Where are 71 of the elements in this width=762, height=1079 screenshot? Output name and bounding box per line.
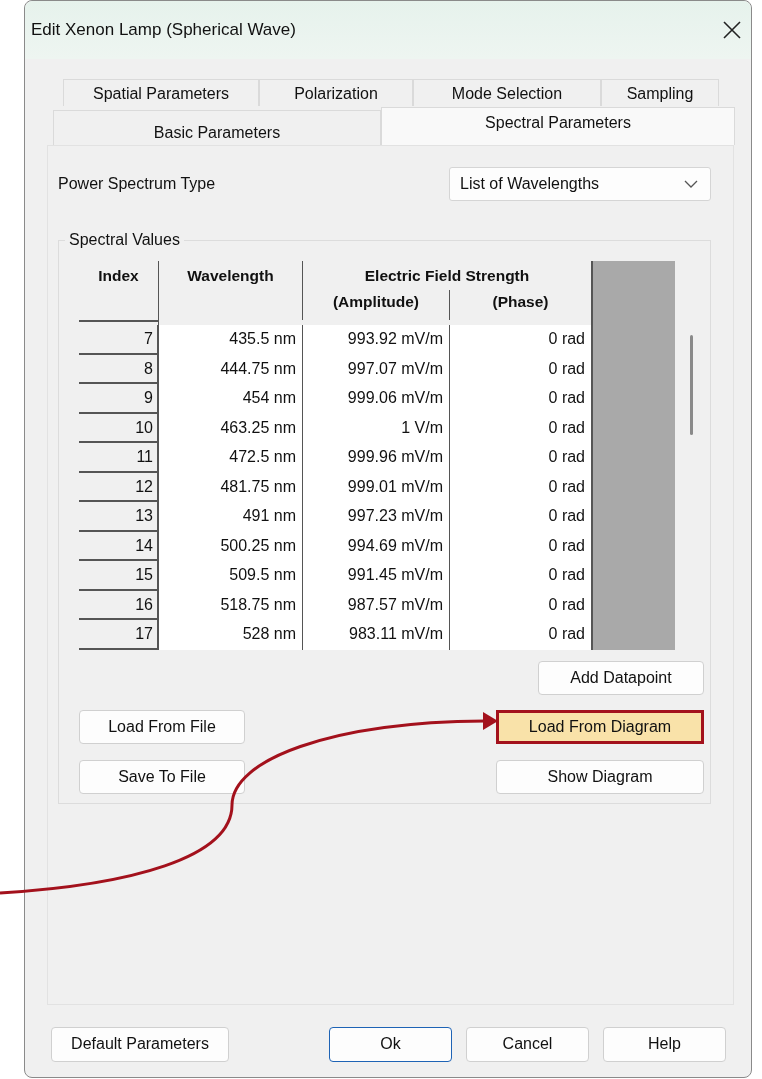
- row-header: 17: [79, 620, 159, 650]
- close-icon[interactable]: [723, 21, 741, 39]
- tab[interactable]: Mode Selection: [413, 79, 601, 106]
- row-header: 12: [79, 472, 159, 502]
- table-cell: 454 nm: [159, 384, 303, 414]
- table-cell: 500.25 nm: [159, 531, 303, 561]
- table-cell: 0 rad: [450, 384, 591, 414]
- table-cell: 518.75 nm: [159, 590, 303, 620]
- table-cell: 987.57 mV/m: [303, 590, 450, 620]
- table-cell: 528 nm: [159, 620, 303, 650]
- tab[interactable]: Basic Parameters: [53, 110, 381, 145]
- scrollbar-thumb[interactable]: [689, 335, 693, 435]
- table-cell: 0 rad: [450, 620, 591, 650]
- tab[interactable]: Polarization: [259, 79, 413, 106]
- column-header: Electric Field Strength: [363, 266, 531, 286]
- row-header: 10: [79, 413, 159, 443]
- dialog-button[interactable]: Ok: [329, 1026, 452, 1062]
- table-cell: 999.01 mV/m: [303, 472, 450, 502]
- row-header: 13: [79, 502, 159, 532]
- table-cell: 999.06 mV/m: [303, 384, 450, 414]
- table-cell: 997.23 mV/m: [303, 502, 450, 532]
- table-cell: 993.92 mV/m: [303, 325, 450, 355]
- add-datapoint-button[interactable]: Add Datapoint: [538, 661, 704, 695]
- load-file-button[interactable]: Load From File: [79, 710, 245, 744]
- table-cell: 1 V/m: [303, 413, 450, 443]
- table-cell: 0 rad: [450, 443, 591, 473]
- table-cell: 444.75 nm: [159, 354, 303, 384]
- table-cell: 491 nm: [159, 502, 303, 532]
- column-header: (Phase): [491, 292, 550, 312]
- row-header: 11: [79, 443, 159, 473]
- table-cell: 0 rad: [450, 354, 591, 384]
- row-header: 8: [79, 354, 159, 384]
- column-header: (Amplitude): [303, 290, 450, 320]
- table-cell: 991.45 mV/m: [303, 561, 450, 591]
- table-cell: 481.75 nm: [159, 472, 303, 502]
- table-cell: 472.5 nm: [159, 443, 303, 473]
- column-header: Index: [79, 261, 159, 320]
- table-cell: 999.96 mV/m: [303, 443, 450, 473]
- table-cell: 994.69 mV/m: [303, 531, 450, 561]
- save-file-button[interactable]: Save To File: [79, 760, 245, 794]
- column-header: Wavelength: [159, 261, 303, 320]
- table-cell: 0 rad: [450, 325, 591, 355]
- row-header: 7: [79, 325, 159, 355]
- dialog-button[interactable]: Default Parameters: [51, 1026, 229, 1062]
- tab[interactable]: Sampling: [601, 79, 719, 106]
- load-diagram-button[interactable]: Load From Diagram: [496, 710, 704, 744]
- row-header: 16: [79, 590, 159, 620]
- field-label: Power Spectrum Type: [58, 175, 216, 193]
- dialog-button[interactable]: Help: [603, 1026, 726, 1062]
- table-cell: 0 rad: [450, 590, 591, 620]
- dropdown[interactable]: List of Wavelengths: [449, 167, 711, 201]
- tab[interactable]: Spatial Parameters: [63, 79, 259, 106]
- table-cell: 983.11 mV/m: [303, 620, 450, 650]
- group-title: Spectral Values: [65, 231, 184, 249]
- table-cell: 0 rad: [450, 472, 591, 502]
- row-header: 15: [79, 561, 159, 591]
- table-cell: 997.07 mV/m: [303, 354, 450, 384]
- row-header: 14: [79, 531, 159, 561]
- table-cell: 463.25 nm: [159, 413, 303, 443]
- table-cell: 509.5 nm: [159, 561, 303, 591]
- window-title: Edit Xenon Lamp (Spherical Wave): [31, 20, 296, 40]
- table-cell: 0 rad: [450, 502, 591, 532]
- show-diagram-button[interactable]: Show Diagram: [496, 760, 704, 794]
- row-header: 9: [79, 384, 159, 414]
- tab[interactable]: Spectral Parameters: [381, 107, 735, 145]
- dialog-button[interactable]: Cancel: [466, 1026, 589, 1062]
- table-cell: 0 rad: [450, 561, 591, 591]
- table-cell: 435.5 nm: [159, 325, 303, 355]
- chevron-down-icon: [684, 180, 698, 188]
- table-cell: 0 rad: [450, 413, 591, 443]
- table-cell: 0 rad: [450, 531, 591, 561]
